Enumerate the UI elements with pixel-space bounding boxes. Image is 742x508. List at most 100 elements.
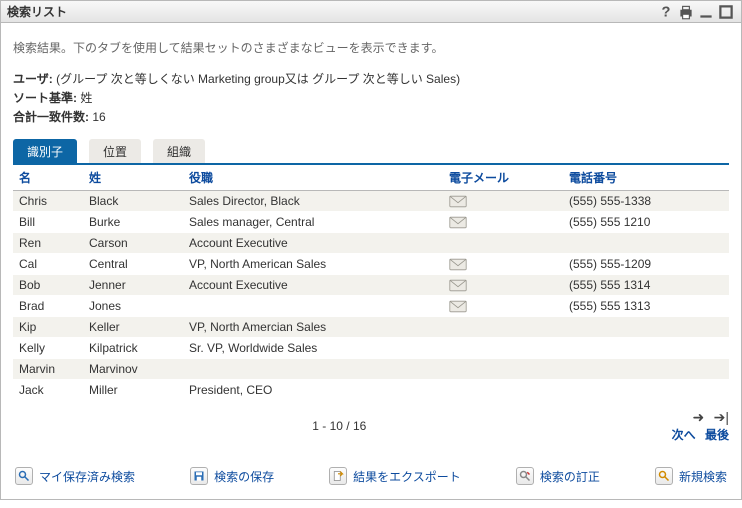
mail-icon[interactable] [449, 216, 557, 229]
export-results-button[interactable]: 結果をエクスポート [329, 467, 461, 485]
cell-title: President, CEO [183, 380, 443, 401]
save-icon [190, 467, 208, 485]
table-row[interactable]: KellyKilpatrickSr. VP, Worldwide Sales [13, 338, 729, 359]
cell-phone [563, 317, 729, 338]
mail-icon[interactable] [449, 279, 557, 292]
cell-title: Account Executive [183, 275, 443, 296]
cell-title: VP, North American Sales [183, 254, 443, 275]
tab-identifier[interactable]: 識別子 [13, 139, 77, 163]
cell-last-name: Marvinov [83, 359, 183, 380]
mail-icon[interactable] [449, 258, 557, 271]
cell-phone [563, 380, 729, 401]
my-saved-searches-label: マイ保存済み検索 [39, 468, 135, 485]
next-link[interactable]: 次へ [672, 428, 696, 442]
minimize-icon[interactable] [697, 3, 715, 21]
cell-title [183, 296, 443, 317]
total-matches: 合計一致件数: 16 [13, 108, 729, 125]
col-last-name[interactable]: 姓 [83, 165, 183, 191]
table-row[interactable]: ChrisBlackSales Director, Black(555) 555… [13, 191, 729, 212]
save-search-button[interactable]: 検索の保存 [190, 467, 274, 485]
cell-first-name: Chris [13, 191, 83, 212]
cell-last-name: Jenner [83, 275, 183, 296]
total-value: 16 [92, 110, 105, 124]
cell-last-name: Black [83, 191, 183, 212]
description-text: 検索結果。下のタブを使用して結果セットのさまざまなビューを表示できます。 [13, 39, 729, 56]
export-results-label: 結果をエクスポート [353, 468, 461, 485]
cell-title: Sr. VP, Worldwide Sales [183, 338, 443, 359]
cell-email[interactable] [443, 212, 563, 233]
table-row[interactable]: BobJennerAccount Executive (555) 555 1314 [13, 275, 729, 296]
table-row[interactable]: RenCarsonAccount Executive [13, 233, 729, 254]
help-icon[interactable]: ? [657, 3, 675, 21]
window-title: 検索リスト [7, 3, 655, 20]
table-header-row: 名 姓 役職 電子メール 電話番号 [13, 165, 729, 191]
cell-phone: (555) 555 1210 [563, 212, 729, 233]
maximize-icon[interactable] [717, 3, 735, 21]
search-list-window: 検索リスト ? 検索結果。下のタブを使用して結果セットのさまざまなビューを表示で… [0, 0, 742, 500]
table-row[interactable]: BradJones(555) 555 1313 [13, 296, 729, 317]
tab-location[interactable]: 位置 [89, 139, 141, 163]
cell-email[interactable] [443, 275, 563, 296]
cell-first-name: Jack [13, 380, 83, 401]
cell-title: Sales manager, Central [183, 212, 443, 233]
col-first-name[interactable]: 名 [13, 165, 83, 191]
cell-phone: (555) 555 1314 [563, 275, 729, 296]
cell-email [443, 338, 563, 359]
sort-criteria: ソート基準: 姓 [13, 89, 729, 106]
col-email[interactable]: 電子メール [443, 165, 563, 191]
table-row[interactable]: KipKellerVP, North Amercian Sales [13, 317, 729, 338]
cell-last-name: Keller [83, 317, 183, 338]
mail-icon[interactable] [449, 300, 557, 313]
cell-title [183, 359, 443, 380]
cell-first-name: Marvin [13, 359, 83, 380]
revise-icon [516, 467, 534, 485]
cell-email[interactable] [443, 296, 563, 317]
col-phone[interactable]: 電話番号 [563, 165, 729, 191]
my-saved-searches-button[interactable]: マイ保存済み検索 [15, 467, 135, 485]
new-search-label: 新規検索 [679, 468, 727, 485]
table-row[interactable]: CalCentralVP, North American Sales(555) … [13, 254, 729, 275]
revise-search-label: 検索の訂正 [540, 468, 600, 485]
cell-email[interactable] [443, 254, 563, 275]
last-arrow-icon[interactable]: ➔| [714, 409, 729, 425]
titlebar: 検索リスト ? [1, 1, 741, 23]
sort-value: 姓 [80, 91, 92, 105]
results-table: 名 姓 役職 電子メール 電話番号 ChrisBlackSales Direct… [13, 165, 729, 401]
revise-search-button[interactable]: 検索の訂正 [516, 467, 600, 485]
cell-first-name: Cal [13, 254, 83, 275]
content-area: 検索結果。下のタブを使用して結果セットのさまざまなビューを表示できます。 ユーザ… [1, 23, 741, 499]
cell-email[interactable] [443, 191, 563, 212]
cell-first-name: Kelly [13, 338, 83, 359]
tab-organization[interactable]: 組織 [153, 139, 205, 163]
new-search-button[interactable]: 新規検索 [655, 467, 727, 485]
table-row[interactable]: BillBurkeSales manager, Central (555) 555… [13, 212, 729, 233]
cell-title: VP, North Amercian Sales [183, 317, 443, 338]
pager: 1 - 10 / 16 ➜ ➔| 次へ 最後 [13, 409, 729, 443]
tab-bar: 識別子 位置 組織 [13, 139, 729, 165]
cell-last-name: Jones [83, 296, 183, 317]
folder-search-icon [15, 467, 33, 485]
pager-range: 1 - 10 / 16 [13, 419, 666, 433]
filter-user-label: ユーザ: [13, 72, 53, 86]
next-arrow-icon[interactable]: ➜ [693, 409, 705, 425]
table-row[interactable]: JackMillerPresident, CEO [13, 380, 729, 401]
table-row[interactable]: MarvinMarvinov [13, 359, 729, 380]
cell-email [443, 380, 563, 401]
cell-first-name: Bill [13, 212, 83, 233]
cell-title: Sales Director, Black [183, 191, 443, 212]
export-icon [329, 467, 347, 485]
mail-icon[interactable] [449, 195, 557, 208]
cell-email [443, 359, 563, 380]
cell-last-name: Burke [83, 212, 183, 233]
col-title[interactable]: 役職 [183, 165, 443, 191]
cell-phone [563, 338, 729, 359]
print-icon[interactable] [677, 3, 695, 21]
cell-phone: (555) 555-1209 [563, 254, 729, 275]
last-link[interactable]: 最後 [705, 428, 729, 442]
filter-user: ユーザ: (グループ 次と等しくない Marketing group又は グルー… [13, 70, 729, 87]
filter-user-value: (グループ 次と等しくない Marketing group又は グループ 次と等… [56, 72, 460, 86]
cell-last-name: Carson [83, 233, 183, 254]
cell-first-name: Kip [13, 317, 83, 338]
sort-label: ソート基準: [13, 91, 77, 105]
cell-first-name: Bob [13, 275, 83, 296]
